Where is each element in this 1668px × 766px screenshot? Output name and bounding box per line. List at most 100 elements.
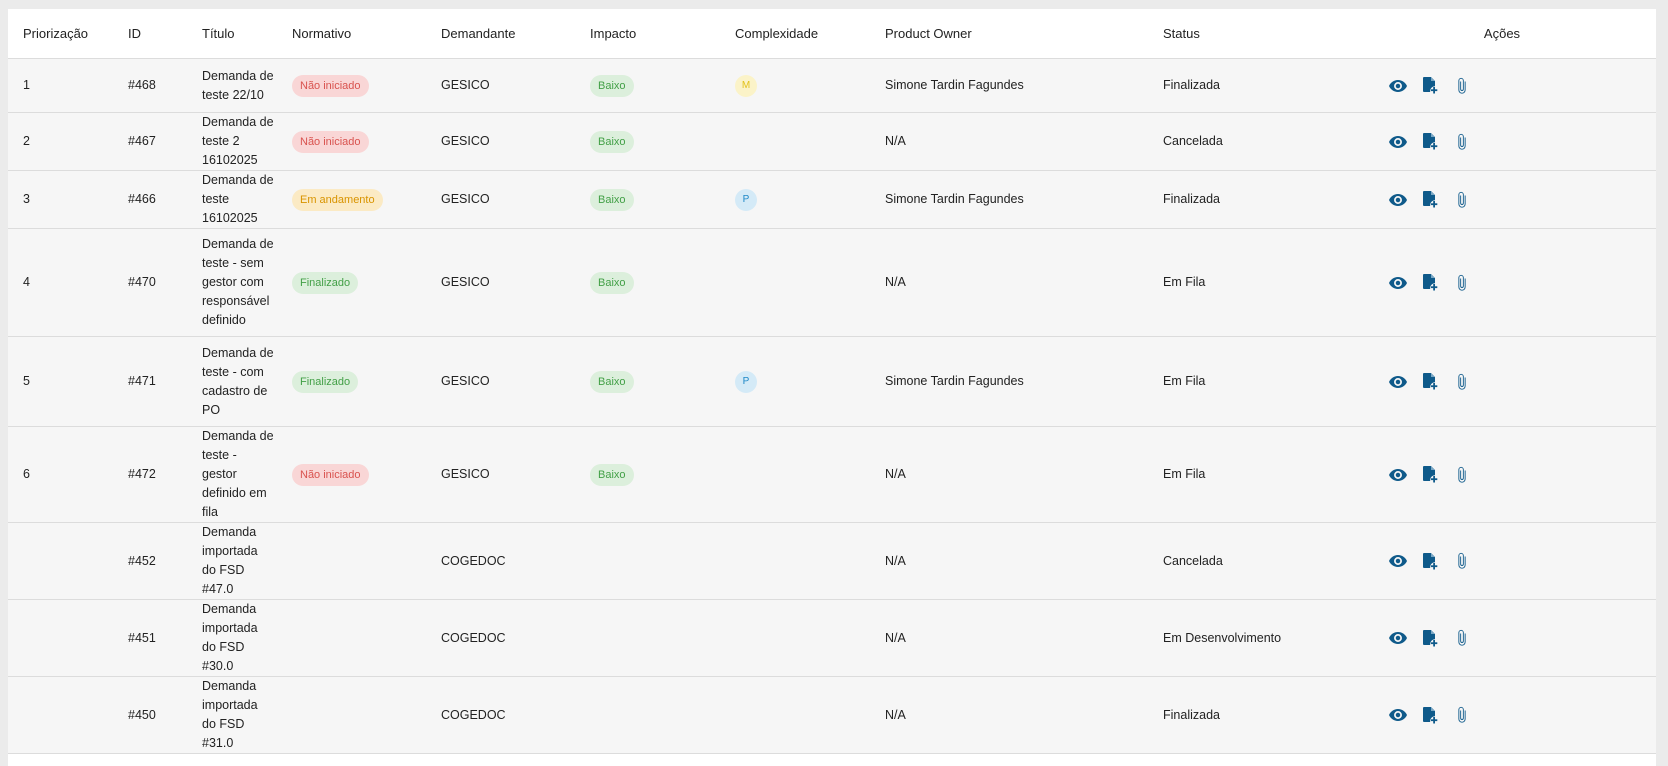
file-add-icon[interactable] xyxy=(1420,190,1440,210)
cell-priorizacao: 2 xyxy=(8,112,128,171)
impacto-badge: Baixo xyxy=(590,370,634,393)
cell-impacto: Baixo xyxy=(590,170,735,229)
cell-demandante: COGEDOC xyxy=(441,599,590,677)
row-title: Demanda de teste 16102025 xyxy=(202,173,274,225)
cell-status: Em Desenvolvimento xyxy=(1163,599,1348,677)
file-add-icon[interactable] xyxy=(1420,465,1440,485)
header-id[interactable]: ID xyxy=(128,9,202,59)
header-status[interactable]: Status xyxy=(1163,9,1348,59)
attachment-icon[interactable] xyxy=(1452,190,1472,210)
attachment-icon[interactable] xyxy=(1452,705,1472,725)
row-actions xyxy=(1348,465,1656,485)
page-scrollbar[interactable] xyxy=(1656,0,1668,766)
table-body: 1 #468 Demanda de teste 22/10 Não iniciado G… xyxy=(8,58,1656,754)
attachment-icon[interactable] xyxy=(1452,465,1472,485)
header-demandante[interactable]: Demandante xyxy=(441,9,590,59)
cell-id: #470 xyxy=(128,228,202,337)
header-impacto[interactable]: Impacto xyxy=(590,9,735,59)
impacto-badge: Baixo xyxy=(590,188,634,211)
cell-id: #471 xyxy=(128,336,202,427)
cell-normativo: Não iniciado xyxy=(292,112,441,171)
header-product-owner[interactable]: Product Owner xyxy=(885,9,1163,59)
row-title: Demanda de teste - com cadastro de PO xyxy=(202,345,274,417)
visibility-icon[interactable] xyxy=(1388,628,1408,648)
header-normativo[interactable]: Normativo xyxy=(292,9,441,59)
row-title: Demanda importada do FSD #31.0 xyxy=(202,679,258,750)
cell-id: #450 xyxy=(128,676,202,754)
cell-normativo: Finalizado xyxy=(292,228,441,337)
attachment-icon[interactable] xyxy=(1452,628,1472,648)
cell-titulo: Demanda importada do FSD #30.0 xyxy=(202,599,292,677)
header-priorizacao[interactable]: Priorização xyxy=(8,9,128,59)
file-add-icon[interactable] xyxy=(1420,273,1440,293)
cell-complexidade: P xyxy=(735,336,885,427)
cell-complexidade: M xyxy=(735,58,885,113)
file-add-icon[interactable] xyxy=(1420,628,1440,648)
table-row[interactable]: #450 Demanda importada do FSD #31.0 COGEDO… xyxy=(8,676,1656,754)
cell-status: Cancelada xyxy=(1163,522,1348,600)
row-actions xyxy=(1348,76,1656,96)
file-add-icon[interactable] xyxy=(1420,551,1440,571)
cell-priorizacao xyxy=(8,599,128,677)
cell-impacto: Baixo xyxy=(590,336,735,427)
table-row[interactable]: 2 #467 Demanda de teste 2 16102025 Não inic… xyxy=(8,112,1656,171)
visibility-icon[interactable] xyxy=(1388,273,1408,293)
table-row[interactable]: 3 #466 Demanda de teste 16102025 Em andamen… xyxy=(8,170,1656,229)
cell-id: #467 xyxy=(128,112,202,171)
cell-demandante: GESICO xyxy=(441,112,590,171)
visibility-icon[interactable] xyxy=(1388,551,1408,571)
cell-titulo: Demanda importada do FSD #31.0 xyxy=(202,676,292,754)
attachment-icon[interactable] xyxy=(1452,372,1472,392)
visibility-icon[interactable] xyxy=(1388,372,1408,392)
cell-impacto xyxy=(590,676,735,754)
cell-titulo: Demanda de teste - gestor definido em fi… xyxy=(202,426,292,523)
table-row[interactable]: 1 #468 Demanda de teste 22/10 Não iniciado G… xyxy=(8,58,1656,113)
visibility-icon[interactable] xyxy=(1388,465,1408,485)
cell-id: #451 xyxy=(128,599,202,677)
cell-complexidade xyxy=(735,426,885,523)
header-titulo[interactable]: Título xyxy=(202,9,292,59)
visibility-icon[interactable] xyxy=(1388,132,1408,152)
table-row[interactable]: #452 Demanda importada do FSD #47.0 COGEDO… xyxy=(8,522,1656,600)
cell-impacto xyxy=(590,522,735,600)
complexidade-badge: P xyxy=(735,188,757,211)
attachment-icon[interactable] xyxy=(1452,551,1472,571)
cell-id: #452 xyxy=(128,522,202,600)
cell-priorizacao: 6 xyxy=(8,426,128,523)
header-complexidade[interactable]: Complexidade xyxy=(735,9,885,59)
file-add-icon[interactable] xyxy=(1420,372,1440,392)
cell-status: Cancelada xyxy=(1163,112,1348,171)
attachment-icon[interactable] xyxy=(1452,273,1472,293)
cell-product-owner: Simone Tardin Fagundes xyxy=(885,170,1163,229)
visibility-icon[interactable] xyxy=(1388,76,1408,96)
cell-acoes xyxy=(1348,112,1656,171)
cell-impacto: Baixo xyxy=(590,112,735,171)
attachment-icon[interactable] xyxy=(1452,132,1472,152)
cell-acoes xyxy=(1348,170,1656,229)
impacto-badge: Baixo xyxy=(590,271,634,294)
cell-normativo xyxy=(292,599,441,677)
visibility-icon[interactable] xyxy=(1388,190,1408,210)
impacto-badge: Baixo xyxy=(590,74,634,97)
file-add-icon[interactable] xyxy=(1420,132,1440,152)
normativo-badge: Não iniciado xyxy=(292,463,369,486)
row-title: Demanda de teste 2 16102025 xyxy=(202,115,274,167)
cell-impacto xyxy=(590,599,735,677)
cell-priorizacao: 1 xyxy=(8,58,128,113)
cell-product-owner: N/A xyxy=(885,228,1163,337)
cell-complexidade xyxy=(735,599,885,677)
table-row[interactable]: 6 #472 Demanda de teste - gestor definido … xyxy=(8,426,1656,523)
table-row[interactable]: #451 Demanda importada do FSD #30.0 COGEDO… xyxy=(8,599,1656,677)
table-row[interactable]: 4 #470 Demanda de teste - sem gestor com r… xyxy=(8,228,1656,337)
cell-product-owner: N/A xyxy=(885,676,1163,754)
file-add-icon[interactable] xyxy=(1420,705,1440,725)
file-add-icon[interactable] xyxy=(1420,76,1440,96)
cell-acoes xyxy=(1348,336,1656,427)
cell-complexidade: P xyxy=(735,170,885,229)
row-title: Demanda de teste - sem gestor com respon… xyxy=(202,237,274,327)
table-row[interactable]: 5 #471 Demanda de teste - com cadastro de … xyxy=(8,336,1656,427)
visibility-icon[interactable] xyxy=(1388,705,1408,725)
cell-titulo: Demanda importada do FSD #47.0 xyxy=(202,522,292,600)
row-actions xyxy=(1348,372,1656,392)
attachment-icon[interactable] xyxy=(1452,76,1472,96)
